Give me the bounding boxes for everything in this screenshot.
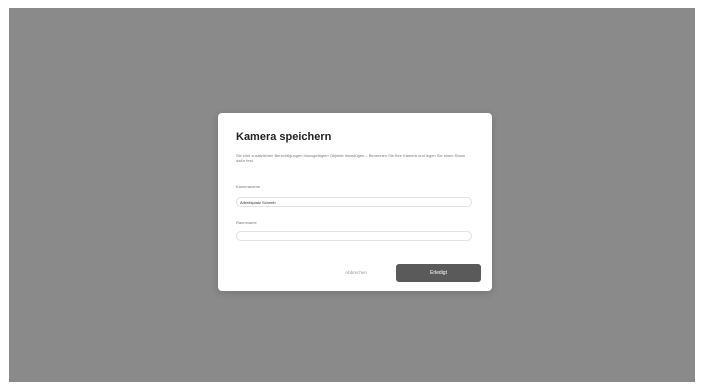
camera-name-input[interactable] xyxy=(236,197,472,207)
dialog-title: Kamera speichern xyxy=(236,131,332,143)
cancel-button[interactable]: Abbrechen xyxy=(334,266,378,280)
room-name-input[interactable] xyxy=(236,231,472,241)
room-name-label: Raumname xyxy=(236,220,257,225)
create-button[interactable]: Erledigt xyxy=(396,264,481,282)
dialog-description: Sie sind zusätzlichen Berechtigungen hin… xyxy=(236,153,466,163)
save-camera-dialog: Kamera speichern Sie sind zusätzlichen B… xyxy=(218,113,492,291)
camera-name-label: Kameraname xyxy=(236,184,261,189)
